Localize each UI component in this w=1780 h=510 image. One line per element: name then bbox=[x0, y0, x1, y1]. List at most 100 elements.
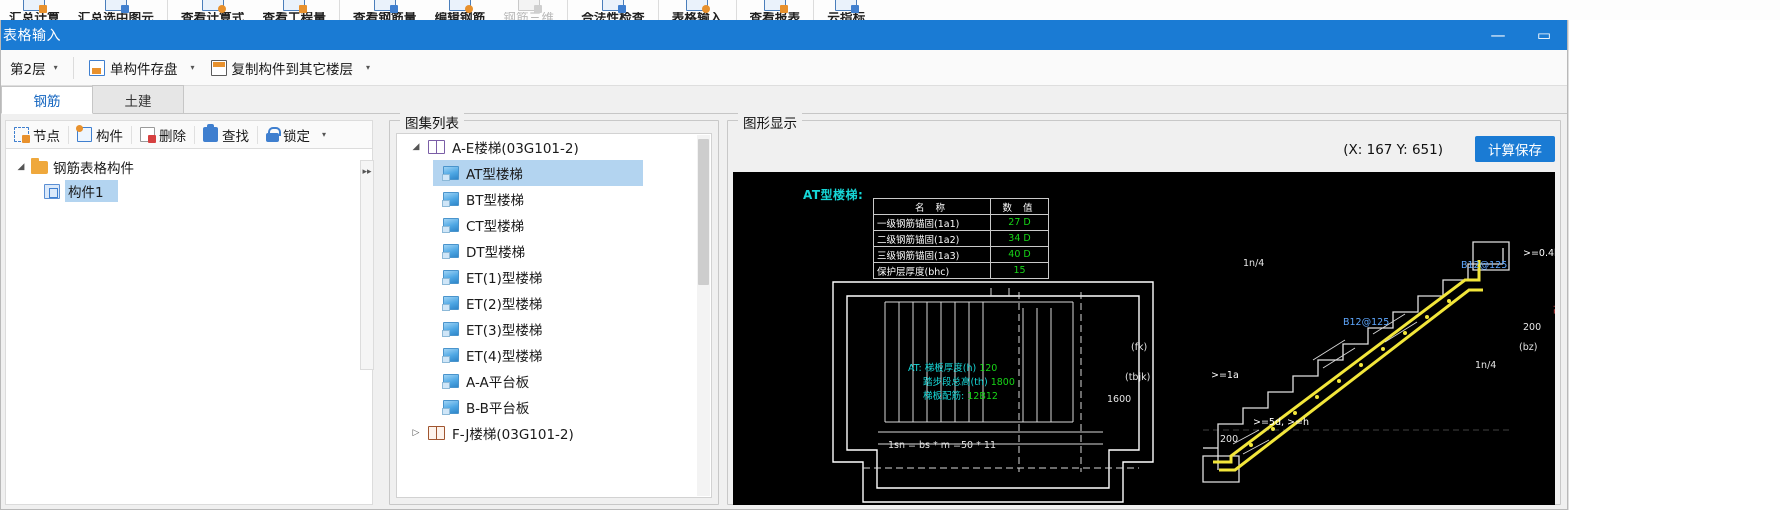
dim-bz: (bz) bbox=[1519, 342, 1538, 353]
ribbon-item-quantity-icon[interactable]: 查看工程量 bbox=[254, 0, 336, 21]
atlas-item[interactable]: A-A平台板 bbox=[397, 368, 711, 394]
atlas-item[interactable]: ▷ F-J楼梯(03G101-2) bbox=[397, 420, 711, 446]
table-row: 三级钢筋锚固(1a3) 40 D bbox=[873, 246, 1049, 263]
page-icon bbox=[442, 270, 459, 285]
book-icon bbox=[428, 140, 445, 154]
dim-lsn: 1sn = bs * m =50 * 11 bbox=[888, 440, 996, 451]
ribbon-item-report-icon[interactable]: 查看报表 bbox=[741, 0, 810, 21]
twisty-icon[interactable]: ▷ bbox=[411, 428, 421, 438]
note-rebar-label: 梯板配筋: bbox=[923, 391, 968, 402]
param-value: 27 D bbox=[990, 214, 1049, 231]
component-icon bbox=[44, 183, 60, 199]
atlas-scrollbar[interactable] bbox=[697, 135, 710, 496]
window-body: 节点 构件 删除 查找 锁定 ▾ ◢ 钢筋表格构件 构件1 ▸▸ 图集列表 ◢ … bbox=[1, 112, 1567, 509]
application-root: 汇总计算 汇总选中图元 查看计算式 查看工程量 查看钢筋量 编辑钢筋 钢筋三维 合法性检查 表格… bbox=[0, 0, 1780, 510]
atlas-scrollbar-thumb[interactable] bbox=[698, 139, 709, 285]
calc-save-button[interactable]: 计算保存 bbox=[1475, 136, 1555, 162]
ribbon-item-calculator-icon[interactable]: 汇总计算 bbox=[0, 0, 69, 21]
tree-tool-label: 查找 bbox=[222, 128, 249, 145]
ribbon-item-formula-icon[interactable]: 查看计算式 bbox=[172, 0, 254, 21]
atlas-item-label: ET(3)型楼梯 bbox=[466, 323, 543, 339]
floor-selector[interactable]: 第2层 ▾ bbox=[5, 56, 65, 80]
note-rebar-value: 12B12 bbox=[967, 391, 998, 402]
drawing-canvas[interactable]: AT型楼梯: 名 称 数 值 一级钢筋锚固(1a1) 27 D 二级钢筋锚固(1… bbox=[733, 172, 1555, 505]
ribbon-divider bbox=[567, 0, 569, 20]
save-component-button[interactable]: 单构件存盘 ▾ bbox=[82, 55, 202, 81]
atlas-item[interactable]: BT型楼梯 bbox=[397, 186, 711, 212]
page-icon bbox=[442, 296, 459, 311]
formula-icon bbox=[201, 0, 226, 14]
save-disk-icon bbox=[89, 59, 105, 76]
maximize-button[interactable]: ▭ bbox=[1521, 20, 1567, 50]
chevron-down-icon[interactable]: ▾ bbox=[366, 63, 370, 72]
tab-civil[interactable]: 土建 bbox=[92, 85, 184, 113]
ribbon-item-cloud-index-icon[interactable]: 云指标 bbox=[818, 0, 874, 21]
tab-rebar[interactable]: 钢筋 bbox=[1, 86, 93, 114]
graphic-header: (X: 167 Y: 651) 计算保存 bbox=[733, 132, 1555, 172]
toolbar-divider bbox=[194, 125, 195, 144]
tree-root-node[interactable]: ◢ 钢筋表格构件 bbox=[6, 155, 372, 179]
ribbon-items: 汇总计算 汇总选中图元 查看计算式 查看工程量 查看钢筋量 编辑钢筋 钢筋三维 合法性检查 表格… bbox=[0, 0, 874, 21]
chevron-down-icon[interactable]: ▾ bbox=[191, 63, 195, 72]
desktop-background bbox=[1568, 20, 1780, 510]
copy-floor-icon bbox=[210, 59, 227, 76]
validate-icon bbox=[601, 0, 626, 14]
ribbon-item-select-elements-icon[interactable]: 汇总选中图元 bbox=[69, 0, 163, 21]
copy-to-floor-button[interactable]: 复制构件到其它楼层 ▾ bbox=[204, 55, 378, 81]
atlas-rows: ◢ A-E楼梯(03G101-2) AT型楼梯 BT型楼梯 CT型楼梯 DT型楼梯 ET(1… bbox=[397, 134, 711, 446]
ribbon-item-validate-icon[interactable]: 合法性检查 bbox=[572, 0, 654, 21]
chevron-down-icon[interactable]: ▾ bbox=[322, 130, 326, 139]
tree-tool-component[interactable]: 构件 bbox=[72, 123, 128, 147]
tree-tool-lock[interactable]: 锁定 ▾ bbox=[261, 123, 331, 147]
ribbon-item-table-input-icon[interactable]: 表格输入 bbox=[663, 0, 732, 21]
tree-tool-label: 删除 bbox=[159, 128, 186, 145]
tab-label: 土建 bbox=[124, 93, 152, 110]
minimize-button[interactable]: — bbox=[1475, 20, 1521, 50]
graphic-display-title: 图形显示 bbox=[738, 112, 802, 132]
drawing-heading: AT型楼梯: bbox=[803, 188, 864, 202]
ribbon-item-rebar-quantity-icon[interactable]: 查看钢筋量 bbox=[344, 0, 426, 21]
lock-icon bbox=[266, 127, 281, 142]
dim-ln4-bottom: 1n/4 bbox=[1475, 360, 1497, 371]
atlas-list-pane: 图集列表 ◢ A-E楼梯(03G101-2) AT型楼梯 BT型楼梯 CT型楼梯 DT型楼… bbox=[389, 112, 719, 505]
atlas-item[interactable]: ET(1)型楼梯 bbox=[397, 264, 711, 290]
ribbon-item-edit-rebar-icon[interactable]: 编辑钢筋 bbox=[426, 0, 495, 21]
dim-1600: 1600 bbox=[1107, 394, 1132, 405]
tree-tool-delete[interactable]: 删除 bbox=[135, 123, 191, 147]
atlas-item[interactable]: ET(3)型楼梯 bbox=[397, 316, 711, 342]
rebar-3d-icon bbox=[517, 0, 542, 14]
atlas-item[interactable]: ◢ A-E楼梯(03G101-2) bbox=[397, 134, 711, 160]
pane-collapse-handle[interactable]: ▸▸ bbox=[360, 160, 374, 370]
twisty-icon[interactable]: ◢ bbox=[16, 162, 26, 172]
graphic-display-pane: 图形显示 (X: 167 Y: 651) 计算保存 AT型楼梯: 名 称 数 值 bbox=[727, 112, 1561, 505]
tree-tool-find[interactable]: 查找 bbox=[198, 123, 254, 147]
window-controls: — ▭ bbox=[1475, 20, 1567, 50]
book-icon bbox=[428, 426, 445, 440]
tree-tool-node[interactable]: 节点 bbox=[9, 123, 65, 147]
window-toolbar: 第2层 ▾ 单构件存盘 ▾ 复制构件到其它楼层 ▾ bbox=[1, 50, 1567, 86]
component-tree-pane: 节点 构件 删除 查找 锁定 ▾ ◢ 钢筋表格构件 构件1 ▸▸ bbox=[5, 120, 374, 505]
note-thickness-label: AT: 梯板厚度(h) bbox=[908, 363, 980, 374]
tree-item-component1[interactable]: 构件1 bbox=[6, 179, 372, 203]
atlas-item[interactable]: ET(2)型楼梯 bbox=[397, 290, 711, 316]
rebar-quantity-icon bbox=[373, 0, 398, 14]
edit-rebar-icon bbox=[448, 0, 473, 14]
atlas-item[interactable]: CT型楼梯 bbox=[397, 212, 711, 238]
atlas-item[interactable]: AT型楼梯 bbox=[433, 160, 643, 186]
page-icon bbox=[442, 374, 459, 389]
atlas-item-label: DT型楼梯 bbox=[466, 245, 526, 261]
table-row: 二级钢筋锚固(1a2) 34 D bbox=[873, 230, 1049, 247]
quantity-icon bbox=[283, 0, 308, 14]
atlas-item[interactable]: B-B平台板 bbox=[397, 394, 711, 420]
tab-strip: 钢筋 土建 bbox=[1, 85, 1567, 114]
page-icon bbox=[442, 348, 459, 363]
atlas-item[interactable]: ET(4)型楼梯 bbox=[397, 342, 711, 368]
node-icon bbox=[14, 127, 30, 143]
window-titlebar: 表格输入 — ▭ bbox=[1, 20, 1567, 50]
callout-high-beam: 高端梯梁 bbox=[1553, 302, 1555, 316]
twisty-icon[interactable]: ◢ bbox=[411, 142, 421, 152]
toolbar-divider bbox=[257, 125, 258, 144]
annotation-la: >=1a bbox=[1211, 370, 1239, 381]
atlas-item[interactable]: DT型楼梯 bbox=[397, 238, 711, 264]
table-input-window: 表格输入 — ▭ 第2层 ▾ 单构件存盘 ▾ 复制构件到其它楼层 ▾ 钢筋 土建… bbox=[0, 20, 1568, 510]
